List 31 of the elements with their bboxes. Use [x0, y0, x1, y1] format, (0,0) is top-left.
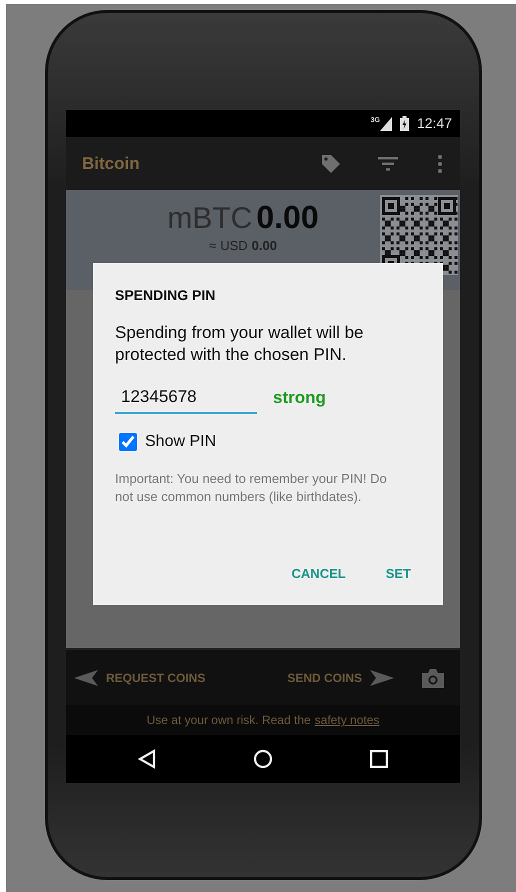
show-pin-checkbox[interactable] [119, 432, 137, 450]
filter-icon[interactable] [378, 156, 398, 170]
fiat-amount: 0.00 [252, 238, 277, 253]
balance-amount: 0.00 [256, 198, 319, 236]
dialog-button[interactable]: CANCEL [284, 560, 354, 587]
clock-text: 12:47 [416, 114, 452, 133]
tag-icon[interactable] [320, 152, 342, 174]
request-coins-button[interactable]: REQUEST COINS [74, 668, 206, 686]
send-coins-button[interactable]: SEND COINS [287, 668, 394, 686]
dialog-message: Spending from your wallet will be protected with the chosen PIN. [115, 322, 365, 366]
back-icon[interactable] [138, 749, 156, 769]
warning-note: Important: You need to remember your PIN! Do not use common numbers (like birthdates). [115, 470, 388, 506]
app-title: Bitcoin [82, 152, 140, 175]
left-arrow-icon [74, 670, 98, 686]
battery-icon [400, 116, 409, 131]
approx-sign: ≈ [209, 238, 216, 253]
recents-icon[interactable] [370, 750, 388, 768]
currency-unit: mBTC [167, 201, 252, 237]
home-icon[interactable] [252, 749, 273, 769]
fiat-unit: USD [220, 238, 248, 253]
safety-notes-link[interactable]: safety notes [314, 711, 380, 729]
pin-field[interactable]: 12345678 [115, 382, 257, 414]
right-arrow-icon [370, 670, 394, 686]
pin-strength: strong [273, 387, 326, 409]
camera-icon[interactable] [422, 668, 444, 688]
more-icon[interactable] [438, 154, 442, 172]
show-pin-label: Show PIN [145, 432, 216, 452]
dialog-title: SPENDING PIN [115, 286, 216, 305]
dialog-button[interactable]: SET [378, 560, 419, 587]
signal-icon [380, 116, 392, 130]
disclaimer-text: Use at your own risk. Read the [146, 712, 311, 729]
